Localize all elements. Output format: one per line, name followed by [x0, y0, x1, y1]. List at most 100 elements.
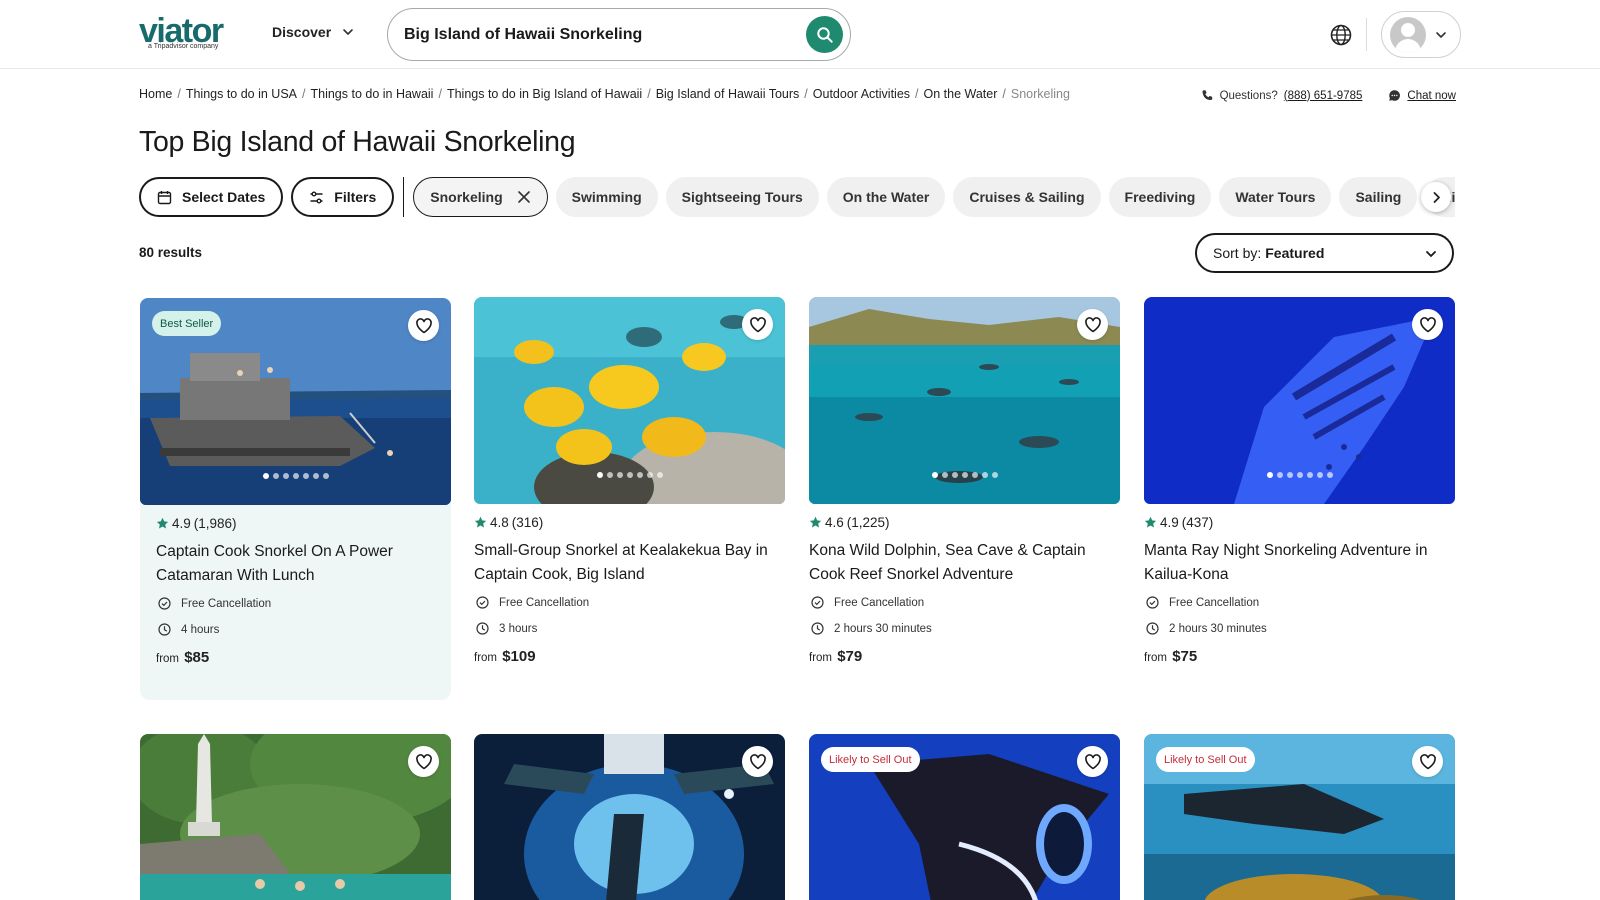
close-icon[interactable]	[517, 190, 531, 204]
favorite-button[interactable]	[408, 310, 439, 341]
search-button[interactable]	[806, 16, 843, 53]
breadcrumb-separator: /	[177, 87, 181, 101]
breadcrumb-hawaii[interactable]: Things to do in Hawaii	[310, 87, 433, 101]
breadcrumb-separator: /	[915, 87, 919, 101]
filters-button[interactable]: Filters	[291, 177, 395, 217]
filter-chip-cruises-sailing[interactable]: Cruises & Sailing	[953, 177, 1101, 217]
duration: 3 hours	[476, 622, 537, 635]
filter-chip-sightseeing-tours[interactable]: Sightseeing Tours	[665, 177, 819, 217]
breadcrumb-home[interactable]: Home	[139, 87, 172, 101]
clock-icon	[158, 623, 171, 636]
breadcrumb-on-the-water[interactable]: On the Water	[924, 87, 998, 101]
product-photo	[140, 734, 451, 900]
viator-logo[interactable]: viator a Tripadvisor company	[139, 14, 243, 54]
favorite-button[interactable]	[1077, 309, 1108, 340]
heart-icon	[415, 753, 432, 769]
sort-dropdown[interactable]: Sort by: Featured	[1195, 233, 1454, 273]
chat-now-link[interactable]: Chat now	[1388, 89, 1456, 102]
filter-chip-on-the-water[interactable]: On the Water	[826, 177, 946, 217]
duration: 2 hours 30 minutes	[811, 622, 932, 635]
badge-likely-to-sell-out: Likely to Sell Out	[1156, 747, 1255, 772]
favorite-button[interactable]	[742, 746, 773, 777]
image-carousel-dots[interactable]	[140, 473, 451, 479]
rating: 4.9 (1,986)	[156, 516, 237, 531]
image-carousel-dots[interactable]	[1144, 472, 1455, 478]
clock-icon	[811, 622, 824, 635]
chevron-down-icon	[1436, 31, 1446, 38]
avatar	[1390, 16, 1426, 53]
badge-likely-to-sell-out: Likely to Sell Out	[821, 747, 920, 772]
image-carousel-dots[interactable]	[474, 472, 785, 478]
product-image[interactable]	[1144, 297, 1455, 504]
product-title[interactable]: Kona Wild Dolphin, Sea Cave & Captain Co…	[809, 539, 1114, 587]
help-bar: Questions? (888) 651-9785 Chat now	[1201, 89, 1456, 102]
rating: 4.6 (1,225)	[809, 515, 890, 530]
breadcrumb-separator: /	[302, 87, 306, 101]
discover-label: Discover	[272, 24, 332, 40]
product-title[interactable]: Captain Cook Snorkel On A Power Catamara…	[156, 540, 461, 588]
chat-now-label: Chat now	[1407, 89, 1456, 102]
favorite-button[interactable]	[1077, 746, 1108, 777]
rating: 4.8 (316)	[474, 515, 543, 530]
review-count: (1,986)	[193, 516, 237, 531]
select-dates-button[interactable]: Select Dates	[139, 177, 284, 217]
filter-chip-sailing[interactable]: Sailing	[1339, 177, 1418, 217]
sort-prefix: Sort by:	[1213, 245, 1262, 261]
product-image[interactable]	[140, 734, 451, 900]
breadcrumb-usa[interactable]: Things to do in USA	[186, 87, 297, 101]
favorite-button[interactable]	[1412, 309, 1443, 340]
star-icon	[474, 516, 487, 528]
phone-link[interactable]: (888) 651-9785	[1284, 90, 1363, 102]
filter-chip-swimming[interactable]: Swimming	[555, 177, 658, 217]
search-input[interactable]	[404, 21, 784, 49]
favorite-button[interactable]	[408, 746, 439, 777]
price-value: $79	[837, 648, 863, 665]
breadcrumb-separator: /	[438, 87, 442, 101]
rating-value: 4.9	[172, 516, 191, 531]
product-title[interactable]: Small-Group Snorkel at Kealakekua Bay in…	[474, 539, 779, 587]
product-title[interactable]: Manta Ray Night Snorkeling Adventure in …	[1144, 539, 1449, 587]
star-icon	[156, 517, 169, 529]
product-image[interactable]: Likely to Sell Out	[1144, 734, 1455, 900]
product-image[interactable]: Likely to Sell Out	[809, 734, 1120, 900]
price-value: $75	[1172, 648, 1198, 665]
image-carousel-dots[interactable]	[809, 472, 1120, 478]
favorite-button[interactable]	[1412, 746, 1443, 777]
filter-chip-label: Snorkeling	[430, 189, 503, 205]
breadcrumb-tours[interactable]: Big Island of Hawaii Tours	[656, 87, 800, 101]
discover-menu[interactable]: Discover	[272, 24, 355, 40]
filter-chip-freediving[interactable]: Freediving	[1108, 177, 1212, 217]
heart-icon	[1419, 753, 1436, 769]
product-image[interactable]	[474, 297, 785, 504]
breadcrumb-separator: /	[804, 87, 808, 101]
sliders-icon	[310, 191, 323, 203]
breadcrumb-big-island[interactable]: Things to do in Big Island of Hawaii	[447, 87, 642, 101]
breadcrumb: Home / Things to do in USA / Things to do …	[139, 87, 1070, 101]
product-image[interactable]: Best Seller	[140, 298, 451, 505]
account-menu[interactable]	[1381, 11, 1461, 58]
filter-chip-water-tours[interactable]: Water Tours	[1219, 177, 1332, 217]
breadcrumb-outdoor[interactable]: Outdoor Activities	[813, 87, 910, 101]
check-circle-icon	[1146, 596, 1159, 609]
cancellation-label: Free Cancellation	[834, 596, 925, 609]
cancellation-label: Free Cancellation	[499, 596, 590, 609]
review-count: (1,225)	[846, 515, 890, 530]
filters-label: Filters	[334, 189, 377, 205]
product-image[interactable]	[809, 297, 1120, 504]
free-cancellation: Free Cancellation	[476, 596, 589, 609]
phone-icon	[1202, 90, 1212, 100]
product-card[interactable]: Best Seller 4.9 (1,986) Captain Cook Sno…	[140, 298, 451, 700]
price-from-label: from	[156, 653, 179, 665]
questions-label: Questions?	[1219, 89, 1278, 102]
favorite-button[interactable]	[742, 309, 773, 340]
calendar-icon	[157, 190, 172, 204]
cancellation-label: Free Cancellation	[1169, 596, 1260, 609]
filter-chip-snorkeling[interactable]: Snorkeling	[413, 177, 548, 217]
breadcrumb-current: Snorkeling	[1010, 87, 1070, 101]
heart-icon	[749, 316, 766, 332]
price-value: $109	[502, 648, 536, 665]
product-image[interactable]	[474, 734, 785, 900]
cancellation-label: Free Cancellation	[181, 597, 272, 610]
filters-scroll-next-button[interactable]	[1421, 182, 1451, 212]
globe-icon[interactable]	[1329, 23, 1353, 47]
